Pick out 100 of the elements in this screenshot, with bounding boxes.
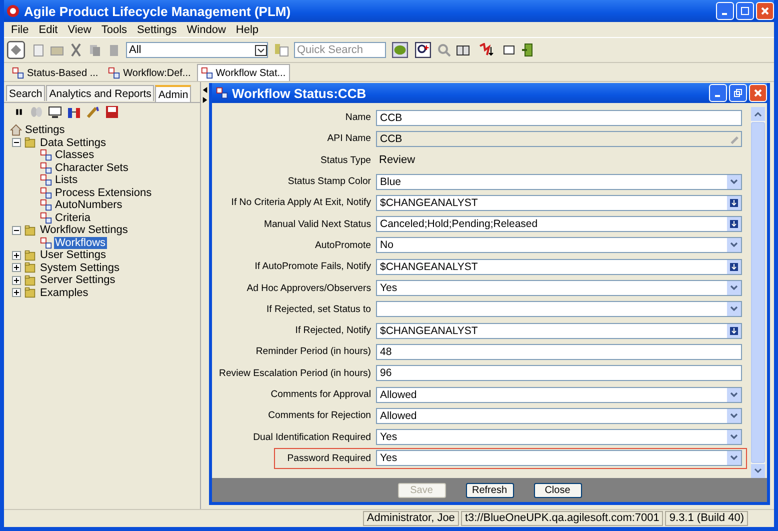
folder-icon	[23, 137, 37, 148]
workflow-icon	[40, 149, 52, 162]
menu-item[interactable]: Settings	[132, 24, 182, 36]
monitor-icon[interactable]	[48, 105, 62, 119]
tree-item[interactable]: Character Sets	[54, 162, 130, 174]
workflow-icon	[40, 212, 52, 224]
window-title: Workflow Status:CCB	[232, 86, 366, 100]
action-button[interactable]: Refresh	[466, 482, 514, 498]
pin-icon[interactable]	[273, 43, 289, 57]
picker-field[interactable]: $CHANGEANALYST	[376, 322, 742, 339]
folder-icon	[23, 274, 37, 286]
menu-item[interactable]: File	[6, 24, 34, 36]
dropdown[interactable]: Allowed	[376, 408, 742, 424]
arrow-down-icon[interactable]	[730, 262, 738, 271]
dropdown[interactable]: Allowed	[376, 386, 742, 402]
menu-item[interactable]: View	[62, 24, 96, 36]
field-label: AutoPromote	[315, 240, 371, 251]
dropdown[interactable]: No	[376, 237, 742, 254]
text-field[interactable]: 96	[376, 365, 742, 382]
dropdown[interactable]: Blue	[376, 174, 742, 190]
minimize-button[interactable]	[716, 2, 734, 20]
close-icon	[754, 89, 762, 97]
expand-icon[interactable]	[12, 276, 21, 285]
arrow-down-icon[interactable]	[730, 198, 738, 207]
tree-item[interactable]: Process Extensions	[54, 186, 153, 199]
tree-item[interactable]: Workflows	[54, 236, 107, 249]
quick-search-field[interactable]: Quick Search	[294, 42, 386, 58]
maximize-button[interactable]	[736, 2, 754, 20]
minimize-button[interactable]	[709, 84, 727, 102]
scissors-icon[interactable]	[69, 43, 83, 57]
tree-item[interactable]: Examples	[39, 286, 90, 299]
tool-icon[interactable]	[86, 105, 100, 119]
new-document-icon[interactable]	[31, 43, 45, 57]
dropdown[interactable]: Yes	[376, 280, 742, 296]
arrow-down-icon[interactable]	[730, 220, 738, 228]
document-tab[interactable]: Workflow Stat...	[196, 64, 290, 81]
tree-item[interactable]: AutoNumbers	[54, 199, 124, 212]
chevron-down-icon[interactable]	[255, 44, 267, 56]
field-label: Dual Identification Required	[253, 432, 371, 443]
restore-icon	[734, 89, 742, 97]
people-icon[interactable]	[67, 105, 81, 119]
tree-item[interactable]: User Settings	[39, 249, 108, 262]
text-field[interactable]: 48	[376, 344, 742, 360]
exit-icon[interactable]	[521, 43, 535, 57]
collapse-icon[interactable]	[12, 226, 21, 235]
status-text: 9.3.1 (Build 40)	[665, 511, 748, 526]
action-button[interactable]: Close	[534, 482, 582, 498]
panel-tab[interactable]: Admin	[155, 85, 192, 102]
panel-tab[interactable]: Search	[6, 85, 46, 101]
tree-item[interactable]: Lists	[54, 174, 79, 186]
field-label: Manual Valid Next Status	[264, 218, 371, 230]
window-title: Agile Product Lifecycle Management (PLM)	[24, 4, 291, 18]
close-button[interactable]	[756, 2, 774, 20]
workflow-icon	[216, 87, 228, 99]
dropdown[interactable]	[376, 301, 742, 318]
close-button[interactable]	[749, 84, 767, 102]
book-icon[interactable]	[456, 43, 470, 57]
tree-item[interactable]: Settings	[24, 124, 66, 136]
tree-item[interactable]: Criteria	[54, 212, 92, 224]
workflow-icon	[40, 186, 52, 199]
document-tab[interactable]: Status-Based ...	[8, 64, 102, 81]
scroll-down-icon[interactable]	[751, 464, 765, 478]
navigator-icon[interactable]	[6, 41, 26, 59]
picker-field[interactable]: $CHANGEANALYST	[376, 194, 742, 211]
menu-item[interactable]: Window	[182, 24, 231, 36]
go-icon[interactable]	[391, 42, 409, 58]
menu-item[interactable]: Help	[230, 24, 264, 36]
picker-field[interactable]: $CHANGEANALYST	[376, 258, 742, 275]
field-label: Password Required	[287, 452, 371, 464]
restore-button[interactable]	[729, 84, 747, 102]
document-tab[interactable]: Workflow:Def...	[104, 64, 195, 81]
workflow-icon	[40, 199, 52, 212]
field-label: Comments for Rejection	[268, 410, 371, 422]
search-icon[interactable]	[414, 42, 432, 58]
field-label: If AutoPromote Fails, Notify	[254, 261, 371, 272]
expand-icon[interactable]	[12, 288, 21, 298]
field-label: Reminder Period (in hours)	[256, 346, 371, 358]
tree-item[interactable]: System Settings	[39, 262, 120, 274]
collapse-icon[interactable]	[12, 138, 21, 148]
picker-field[interactable]: Canceled;Hold;Pending;Released	[376, 216, 742, 232]
search-scope-dropdown[interactable]: All	[126, 42, 268, 58]
panel-tab[interactable]: Analytics and Reports	[46, 85, 154, 101]
tree-item[interactable]: Data Settings	[39, 136, 108, 149]
arrow-down-icon[interactable]	[730, 326, 738, 335]
expand-icon[interactable]	[12, 250, 21, 260]
clipboard-icon[interactable]	[107, 43, 121, 57]
tree-item[interactable]: Workflow Settings	[39, 224, 129, 236]
text-field[interactable]: CCB	[376, 130, 742, 147]
expand-icon[interactable]	[12, 263, 21, 272]
tree-item[interactable]: Server Settings	[39, 274, 116, 286]
scroll-up-icon[interactable]	[751, 107, 765, 121]
save-icon[interactable]	[105, 105, 119, 119]
tree-item[interactable]: Classes	[54, 149, 96, 162]
dropdown[interactable]: Yes	[376, 450, 742, 466]
dropdown[interactable]: Yes	[376, 429, 742, 446]
close-icon	[761, 7, 769, 15]
note-icon[interactable]	[502, 43, 516, 57]
menu-item[interactable]: Tools	[96, 24, 132, 36]
text-field[interactable]: CCB	[376, 110, 742, 126]
menu-item[interactable]: Edit	[34, 24, 63, 36]
